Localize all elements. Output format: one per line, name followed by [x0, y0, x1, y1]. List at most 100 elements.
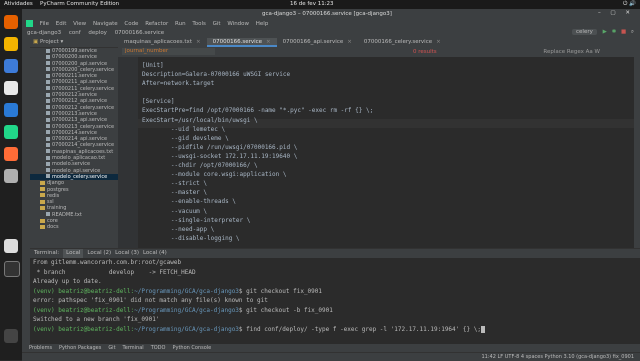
file-icon	[46, 73, 50, 78]
terminal-output[interactable]: From gitlemm.wancorarh.com.br:root/gcawe…	[30, 258, 640, 344]
menu-tools[interactable]: Tools	[192, 21, 206, 27]
tool-window-button[interactable]: Git	[108, 344, 115, 352]
tree-item-label: docs	[47, 224, 59, 231]
show-apps-icon[interactable]	[4, 329, 18, 343]
terminal-command: $ git checkout -b fix_0901	[238, 306, 333, 314]
active-app-label[interactable]: PyCharm Community Edition	[40, 1, 119, 7]
find-options[interactable]: Replace Regex Aa W	[543, 49, 600, 55]
folder-icon	[40, 224, 45, 229]
editor-gutter	[118, 57, 138, 248]
menu-window[interactable]: Window	[227, 21, 249, 27]
tree-item[interactable]: docs	[30, 224, 118, 230]
menu-code[interactable]: Code	[124, 21, 138, 27]
menu-bar: File Edit View Navigate Code Refactor Ru…	[22, 19, 640, 28]
editor-tab[interactable]: 07000166_api.service ×	[277, 38, 358, 47]
tool-window-button[interactable]: TODO	[151, 344, 166, 352]
breadcrumb-file[interactable]: 07000166.service	[115, 30, 164, 36]
system-tray[interactable]: ⏻ 🔊	[623, 1, 636, 8]
menu-edit[interactable]: Edit	[56, 21, 67, 27]
breadcrumb-project[interactable]: gca-django3	[27, 30, 61, 36]
pycharm-logo-icon	[26, 20, 33, 27]
status-info[interactable]: 11:42 LF UTF-8 4 spaces Python 3.10 (gca…	[481, 354, 634, 360]
terminal-tab[interactable]: Local	[63, 249, 84, 258]
menu-view[interactable]: View	[73, 21, 86, 27]
tool-window-button[interactable]: Python Packages	[59, 344, 101, 352]
tree-item-label: 07000200_celery.service	[52, 66, 115, 73]
terminal-line: From gitlemm.wancorarh.com.br:root/gcawe…	[33, 259, 182, 266]
terminal-tab[interactable]: Local (2)	[87, 249, 111, 258]
chrome-icon[interactable]	[4, 37, 18, 51]
terminal-tab-bar: Terminal: Local Local (2) Local (3) Local (4…	[30, 248, 640, 258]
project-panel-header[interactable]: ▣ Project ▾	[30, 38, 118, 48]
app-icon[interactable]	[4, 169, 18, 183]
vscode-icon[interactable]	[4, 103, 18, 117]
system-clock[interactable]: 16 de fev 11:23	[290, 1, 334, 7]
text-editor-icon[interactable]	[4, 81, 18, 95]
run-icon[interactable]: ▶	[603, 29, 607, 35]
terminal-tab[interactable]: Local (4)	[143, 249, 167, 258]
search-icon[interactable]: ⌕	[631, 29, 634, 35]
right-tool-strip[interactable]	[634, 38, 640, 248]
breadcrumb-conf[interactable]: conf	[69, 30, 81, 36]
file-icon	[46, 174, 50, 179]
run-config-select[interactable]: celery	[572, 29, 597, 35]
code-line: [Unit]	[142, 62, 164, 69]
find-results: 0 results	[413, 49, 437, 55]
debug-icon[interactable]: ✱	[612, 29, 617, 35]
close-icon[interactable]: ×	[266, 39, 271, 45]
close-icon[interactable]: ×	[196, 39, 201, 45]
firefox-icon[interactable]	[4, 15, 18, 29]
folder-icon	[40, 218, 45, 223]
code-content[interactable]: [Unit] Description=Galera-07000166 uWSGI …	[142, 61, 373, 243]
terminal-tab[interactable]: Local (3)	[115, 249, 139, 258]
tree-item-label: redis	[47, 192, 60, 199]
file-icon	[46, 54, 50, 59]
pycharm-icon[interactable]	[4, 125, 18, 139]
file-icon	[46, 124, 50, 129]
editor-tabs: maquinas_aplicacoes.txt × 07000166.service…	[118, 38, 640, 47]
menu-run[interactable]: Run	[175, 21, 186, 27]
breadcrumb: gca-django3 conf deploy 07000166.service	[27, 30, 170, 36]
file-icon	[46, 212, 50, 217]
terminal-path: ~/Programming/GCA/gca-django3	[134, 325, 239, 333]
obs-icon[interactable]	[4, 261, 20, 277]
breadcrumb-deploy[interactable]: deploy	[88, 30, 107, 36]
close-icon[interactable]: ×	[436, 39, 441, 45]
code-line: --module core.wsgi:application \	[142, 171, 287, 179]
code-line: After=network.target	[142, 80, 215, 88]
menu-file[interactable]: File	[40, 21, 49, 27]
tree-item-label: 07000214.service	[52, 129, 97, 136]
postman-icon[interactable]	[4, 147, 18, 161]
tool-window-button[interactable]: Python Console	[172, 344, 211, 352]
tab-label: 07000166_celery.service	[363, 39, 433, 45]
close-icon[interactable]: ×	[347, 39, 352, 45]
editor-tab[interactable]: 07000166.service ×	[206, 38, 277, 47]
file-icon	[46, 111, 50, 116]
tool-window-button[interactable]: Terminal	[123, 344, 144, 352]
whatsapp-icon[interactable]	[4, 239, 18, 253]
editor-tab[interactable]: 07000166_celery.service ×	[358, 38, 447, 47]
tab-label: 07000166_api.service	[282, 39, 344, 45]
tree-item-label: 07000199.service	[52, 48, 97, 54]
code-line: ExecStartPre=find /opt/07000166 -name "*…	[142, 107, 374, 115]
tab-label: 07000166.service	[212, 39, 263, 45]
code-editor[interactable]: [Unit] Description=Galera-07000166 uWSGI …	[118, 57, 640, 248]
stop-icon[interactable]: ■	[621, 29, 626, 35]
activities-button[interactable]: Atividades	[4, 1, 33, 7]
terminal-line: (venv) beatriz@beatriz-dell:~/Programmin…	[30, 287, 640, 297]
find-input[interactable]: journal_number	[122, 48, 215, 55]
window-controls[interactable]: – ▢ ✕	[598, 10, 634, 16]
editor-tab[interactable]: maquinas_aplicacoes.txt ×	[118, 38, 207, 47]
menu-help[interactable]: Help	[256, 21, 269, 27]
left-tool-strip[interactable]	[22, 38, 30, 344]
tool-window-button[interactable]: Problems	[29, 344, 52, 352]
menu-git[interactable]: Git	[213, 21, 221, 27]
tree-item-label: 07000213_api.service	[52, 117, 108, 124]
app-dock	[0, 9, 22, 360]
tree-item-label: modelo_api.service	[52, 167, 101, 174]
menu-refactor[interactable]: Refactor	[145, 21, 168, 27]
code-line: [Service]	[142, 98, 175, 106]
menu-navigate[interactable]: Navigate	[93, 21, 118, 27]
terminal-line: (venv) beatriz@beatriz-dell:~/Programmin…	[30, 306, 640, 316]
files-icon[interactable]	[4, 59, 18, 73]
